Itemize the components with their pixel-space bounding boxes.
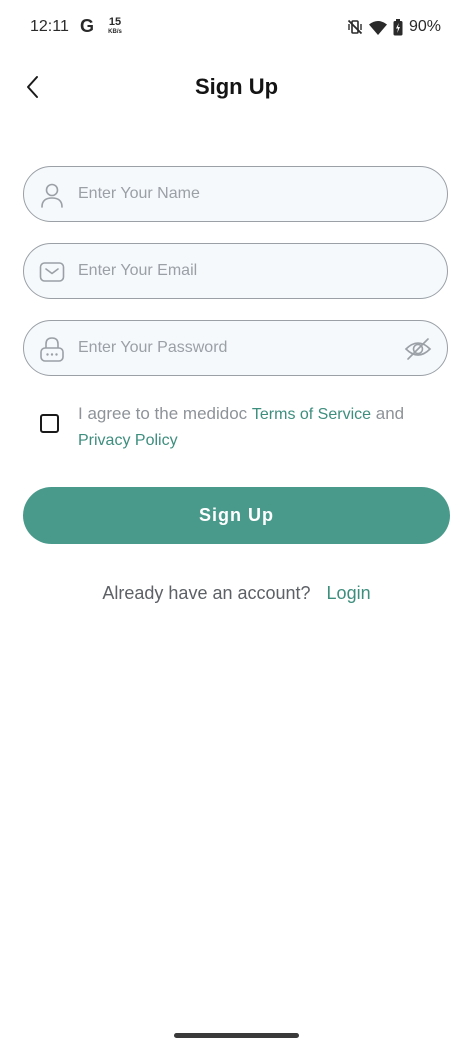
battery-charging-icon [393,18,403,36]
network-speed-value: 15 [108,16,122,28]
name-input[interactable] [78,167,398,221]
agree-checkbox[interactable] [40,414,59,433]
agreement-prefix: I agree to the medidoc [78,404,252,423]
user-icon [38,181,66,209]
sign-up-button[interactable]: Sign Up [23,487,450,544]
envelope-icon [38,258,66,286]
page-title: Sign Up [194,74,279,99]
login-prompt: Already have an account? Login [0,583,473,604]
password-input[interactable] [78,321,398,375]
agreement-text: I agree to the medidoc Terms of Service … [78,401,448,453]
wifi-icon [368,20,387,35]
google-icon: G [80,16,95,36]
login-prompt-text: Already have an account? [102,583,311,603]
terms-of-service-link[interactable]: Terms of Service [252,406,371,423]
eye-off-icon[interactable] [403,334,433,364]
login-link[interactable]: Login [327,583,371,603]
status-icons: 90% [347,18,441,36]
network-speed-indicator: 15 KB/s [104,16,126,36]
battery-percent: 90% [408,18,441,35]
email-input[interactable] [78,244,398,298]
password-field[interactable] [23,320,448,376]
network-speed-unit: KB/s [108,29,122,35]
lock-icon [38,335,66,363]
name-field[interactable] [23,166,448,222]
mute-vibrate-icon [347,19,363,35]
home-indicator[interactable] [174,1033,299,1038]
agreement-connector: and [371,404,405,423]
privacy-policy-link[interactable]: Privacy Policy [78,432,178,449]
status-time: 12:11 [30,18,69,35]
email-field[interactable] [23,243,448,299]
status-bar: 12:11 G 15 KB/s 90% [0,0,473,56]
